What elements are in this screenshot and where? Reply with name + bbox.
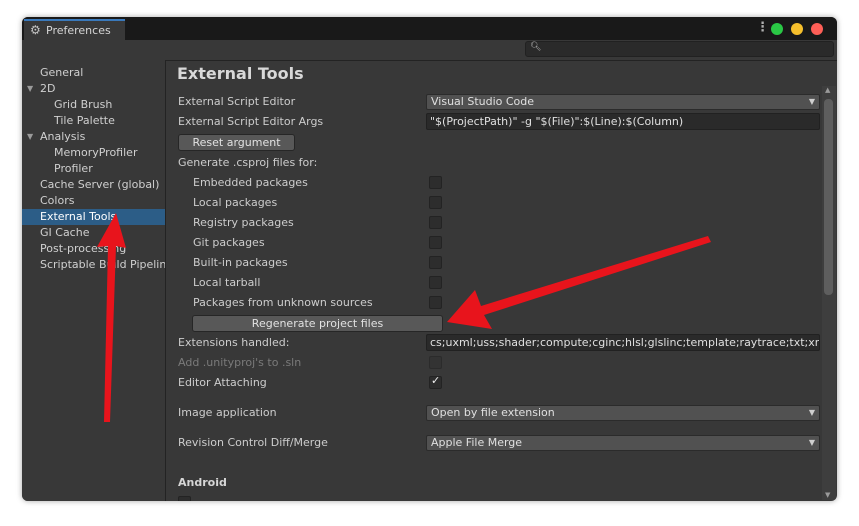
regenerate-project-files-button[interactable]: Regenerate project files xyxy=(192,315,443,332)
checkmark-icon: ✓ xyxy=(431,374,441,387)
scroll-up-arrow-icon[interactable]: ▲ xyxy=(825,86,830,94)
kebab-menu-icon[interactable]: ⋮ xyxy=(756,20,769,35)
unityproj-checkbox xyxy=(429,356,442,369)
sidebar-item-post-processing[interactable]: Post-processing xyxy=(22,241,165,257)
maximize-button[interactable] xyxy=(771,23,783,35)
sidebar-item-2d[interactable]: ▼ 2D xyxy=(22,81,165,97)
sidebar-item-cache-server[interactable]: Cache Server (global) xyxy=(22,177,165,193)
sidebar-item-external-tools[interactable]: External Tools xyxy=(22,209,165,225)
reset-argument-button[interactable]: Reset argument xyxy=(178,134,295,151)
preferences-window: ⚙ Preferences ⋮ 🔍︎ General ▼ 2D Grid Brus… xyxy=(22,17,837,501)
revision-control-value: Apple File Merge xyxy=(431,436,523,449)
revision-control-dropdown[interactable]: Apple File Merge ▼ xyxy=(426,435,820,451)
editor-attaching-checkbox[interactable]: ✓ xyxy=(429,374,442,389)
minimize-button[interactable] xyxy=(791,23,803,35)
search-icon: 🔍︎ xyxy=(530,42,542,52)
registry-packages-label: Registry packages xyxy=(193,216,294,229)
local-packages-checkbox[interactable] xyxy=(429,196,442,209)
script-editor-args-field[interactable]: "$(ProjectPath)" -g "$(File)":$(Line):$(… xyxy=(426,113,820,130)
sidebar-item-colors[interactable]: Colors xyxy=(22,193,165,209)
image-application-value: Open by file extension xyxy=(431,406,555,419)
extensions-field[interactable]: cs;uxml;uss;shader;compute;cginc;hlsl;gl… xyxy=(426,334,820,351)
page-title: External Tools xyxy=(177,64,304,83)
sidebar-item-profiler[interactable]: Profiler xyxy=(22,161,165,177)
foldout-arrow-icon[interactable]: ▼ xyxy=(27,81,33,97)
git-packages-label: Git packages xyxy=(193,236,265,249)
built-in-packages-checkbox[interactable] xyxy=(429,256,442,269)
foldout-arrow-icon[interactable]: ▼ xyxy=(27,129,33,145)
scrollbar-thumb[interactable] xyxy=(824,99,833,295)
tab-title: Preferences xyxy=(46,24,111,37)
settings-panel: External Tools External Script Editor Vi… xyxy=(166,60,837,501)
unityproj-label: Add .unityproj's to .sln xyxy=(178,356,302,369)
title-bar: ⚙ Preferences ⋮ xyxy=(22,17,837,40)
script-editor-label: External Script Editor xyxy=(178,95,296,108)
local-tarball-label: Local tarball xyxy=(193,276,261,289)
sidebar-item-memoryprofiler[interactable]: MemoryProfiler xyxy=(22,145,165,161)
sidebar-item-general[interactable]: General xyxy=(22,65,165,81)
unknown-sources-label: Packages from unknown sources xyxy=(193,296,373,309)
image-application-dropdown[interactable]: Open by file extension ▼ xyxy=(426,405,820,421)
embedded-packages-label: Embedded packages xyxy=(193,176,308,189)
sidebar-item-scriptable-build-pipeline[interactable]: Scriptable Build Pipeline xyxy=(22,257,165,273)
revision-control-label: Revision Control Diff/Merge xyxy=(178,436,328,449)
android-option-checkbox[interactable] xyxy=(178,496,191,501)
local-packages-label: Local packages xyxy=(193,196,278,209)
android-heading: Android xyxy=(178,476,227,489)
chevron-down-icon: ▼ xyxy=(808,97,815,106)
script-editor-value: Visual Studio Code xyxy=(431,95,535,108)
extensions-label: Extensions handled: xyxy=(178,336,290,349)
sidebar: General ▼ 2D Grid Brush Tile Palette ▼ Ana… xyxy=(22,60,166,501)
unknown-sources-checkbox[interactable] xyxy=(429,296,442,309)
sidebar-item-grid-brush[interactable]: Grid Brush xyxy=(22,97,165,113)
chevron-down-icon: ▼ xyxy=(808,408,815,417)
chevron-down-icon: ▼ xyxy=(808,438,815,447)
gear-icon: ⚙ xyxy=(30,23,41,37)
script-editor-args-label: External Script Editor Args xyxy=(178,115,324,128)
csproj-heading: Generate .csproj files for: xyxy=(178,156,318,169)
git-packages-checkbox[interactable] xyxy=(429,236,442,249)
sidebar-item-tile-palette[interactable]: Tile Palette xyxy=(22,113,165,129)
embedded-packages-checkbox[interactable] xyxy=(429,176,442,189)
close-button[interactable] xyxy=(811,23,823,35)
image-application-label: Image application xyxy=(178,406,277,419)
registry-packages-checkbox[interactable] xyxy=(429,216,442,229)
built-in-packages-label: Built-in packages xyxy=(193,256,288,269)
search-input[interactable]: 🔍︎ xyxy=(525,41,834,57)
sidebar-item-analysis[interactable]: ▼ Analysis xyxy=(22,129,165,145)
toolbar: 🔍︎ xyxy=(22,40,837,61)
editor-attaching-label: Editor Attaching xyxy=(178,376,267,389)
sidebar-item-gi-cache[interactable]: GI Cache xyxy=(22,225,165,241)
vertical-scrollbar[interactable]: ▲ ▼ xyxy=(822,86,836,500)
scroll-down-arrow-icon[interactable]: ▼ xyxy=(825,491,830,499)
preferences-tab[interactable]: ⚙ Preferences xyxy=(24,19,125,40)
local-tarball-checkbox[interactable] xyxy=(429,276,442,289)
script-editor-dropdown[interactable]: Visual Studio Code ▼ xyxy=(426,94,820,110)
